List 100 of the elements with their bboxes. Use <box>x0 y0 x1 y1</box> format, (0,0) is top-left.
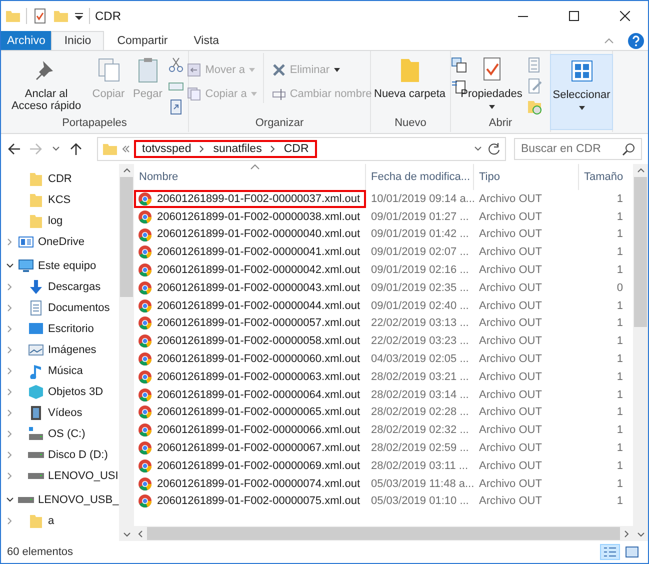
scroll-down-icon[interactable] <box>636 532 644 537</box>
select-button[interactable]: Seleccionar <box>550 54 614 130</box>
nav-pane-label: Documentos <box>48 302 110 314</box>
file-name-cell[interactable]: 20601261899-01-F002-00000075.xml.out <box>134 492 366 510</box>
nav-pane-item[interactable]: LENOVO_USB_ <box>1 489 119 510</box>
file-name-cell[interactable]: 20601261899-01-F002-00000067.xml.out <box>134 439 366 457</box>
file-name-cell[interactable]: 20601261899-01-F002-00000044.xml.out <box>134 296 366 315</box>
scrollbar[interactable] <box>119 164 134 541</box>
properties-button[interactable]: Propiedades <box>458 53 526 111</box>
file-name-cell[interactable]: 20601261899-01-F002-00000042.xml.out <box>134 261 366 279</box>
scroll-down-icon[interactable] <box>122 532 130 537</box>
nav-pane-label: OneDrive <box>38 236 84 248</box>
file-name-cell[interactable]: 20601261899-01-F002-00000065.xml.out <box>134 404 366 422</box>
file-name-cell[interactable]: 20601261899-01-F002-00000040.xml.out <box>134 226 366 244</box>
expand-icon[interactable] <box>6 430 14 438</box>
expand-icon[interactable] <box>6 366 14 374</box>
new-folder-button[interactable]: Nueva carpeta <box>371 53 449 102</box>
nav-pane-item[interactable]: Este equipo <box>1 255 119 276</box>
nav-pane-item[interactable]: OneDrive <box>1 231 119 252</box>
scroll-up-icon[interactable] <box>636 168 644 173</box>
file-name-cell[interactable]: 20601261899-01-F002-00000057.xml.out <box>134 314 366 332</box>
file-name-cell[interactable]: 20601261899-01-F002-00000066.xml.out <box>134 421 366 440</box>
file-name-cell[interactable]: 20601261899-01-F002-00000063.xml.out <box>134 368 366 386</box>
file-name-cell[interactable]: 20601261899-01-F002-00000043.xml.out <box>134 278 366 297</box>
nav-pane-item[interactable]: Disco D (D:) <box>1 444 119 465</box>
nav-pane-item[interactable]: Música <box>1 360 119 381</box>
column-header[interactable]: Tipo <box>474 164 579 190</box>
expand-icon[interactable] <box>6 472 14 480</box>
scrollbar[interactable] <box>633 164 648 541</box>
customize-dropdown-icon[interactable] <box>74 11 84 21</box>
nav-pane-item[interactable]: Imágenes <box>1 339 119 360</box>
nav-pane-item[interactable]: Descargas <box>1 276 119 297</box>
expand-icon[interactable] <box>6 388 14 396</box>
overflow-chevron-icon[interactable] <box>122 145 130 153</box>
collapse-ribbon-icon[interactable] <box>604 36 614 46</box>
maximize-icon <box>569 11 579 21</box>
type-cell-text: Archivo OUT <box>478 370 543 385</box>
size-cell-text: 1 <box>616 352 624 368</box>
refresh-icon[interactable] <box>487 142 501 156</box>
scroll-up-icon[interactable] <box>122 168 130 173</box>
nav-pane-item[interactable]: Escritorio <box>1 318 119 339</box>
expand-icon[interactable] <box>6 408 14 416</box>
expand-icon[interactable] <box>6 516 14 524</box>
nav-pane-item[interactable]: OS (C:) <box>1 423 119 444</box>
address-bar[interactable]: totvssped sunatfiles CDR <box>97 137 506 161</box>
paste-shortcut-icon[interactable] <box>168 99 184 115</box>
nav-pane-item[interactable]: log <box>1 210 119 231</box>
pin-button[interactable]: Anclar al Acceso rápido <box>5 53 88 114</box>
scissors-icon[interactable] <box>168 57 184 73</box>
nav-pane-item[interactable]: Documentos <box>1 297 119 318</box>
help-icon[interactable] <box>628 32 644 48</box>
ribbon-tab[interactable]: Inicio <box>51 31 104 50</box>
history-icon[interactable] <box>527 99 544 115</box>
file-name-cell[interactable]: 20601261899-01-F002-00000074.xml.out <box>134 474 366 493</box>
file-name-cell[interactable]: 20601261899-01-F002-00000064.xml.out <box>134 386 366 404</box>
date-cell-text: 10/01/2019 09:14 a... <box>370 192 474 207</box>
properties-icon[interactable] <box>32 8 48 24</box>
file-name-cell[interactable]: 20601261899-01-F002-00000037.xml.out <box>134 190 366 208</box>
new-item-icon[interactable] <box>450 57 467 73</box>
expand-icon[interactable] <box>6 282 14 290</box>
back-icon[interactable] <box>7 142 21 156</box>
breadcrumb-item[interactable]: totvssped <box>142 143 192 155</box>
chevron-right-icon[interactable] <box>270 145 276 153</box>
breadcrumb-item[interactable]: sunatfiles <box>213 143 262 155</box>
file-tab[interactable]: Archivo <box>1 31 52 50</box>
chevron-right-icon[interactable] <box>199 145 206 153</box>
expand-icon[interactable] <box>6 238 14 246</box>
browser-file-icon <box>138 405 152 420</box>
file-name-cell[interactable]: 20601261899-01-F002-00000069.xml.out <box>134 456 366 475</box>
nav-pane-item[interactable]: LENOVO_USI <box>1 465 119 486</box>
file-name-cell[interactable]: 20601261899-01-F002-00000038.xml.out <box>134 208 366 226</box>
column-header[interactable]: Tamaño <box>579 164 629 190</box>
nav-pane-item[interactable]: CDR <box>1 168 119 189</box>
edit-icon[interactable] <box>527 78 544 94</box>
expand-icon[interactable] <box>6 304 14 312</box>
collapse-icon[interactable] <box>6 262 14 270</box>
collapse-icon[interactable] <box>6 496 14 504</box>
date-cell-text: 09/01/2019 02:40 ... <box>370 298 470 314</box>
column-header[interactable]: Fecha de modifica... <box>366 164 474 190</box>
up-icon[interactable] <box>69 142 83 156</box>
breadcrumb-item[interactable]: CDR <box>284 143 309 155</box>
type-cell-text: Archivo OUT <box>478 192 543 207</box>
nav-pane-item[interactable]: Objetos 3D <box>1 381 119 402</box>
scroll-right-icon[interactable] <box>624 530 629 538</box>
file-name-cell[interactable]: 20601261899-01-F002-00000041.xml.out <box>134 243 366 262</box>
expand-icon[interactable] <box>6 450 14 458</box>
nav-pane-item[interactable]: KCS <box>1 189 119 210</box>
expand-icon[interactable] <box>6 346 14 354</box>
window-title: CDR <box>95 9 121 23</box>
column-header[interactable]: Nombre <box>134 164 366 190</box>
details-view-button[interactable] <box>600 544 620 560</box>
nav-pane-item[interactable]: a <box>1 510 119 531</box>
search-field[interactable]: Buscar en CDR <box>514 138 642 160</box>
ribbon-tab[interactable]: Compartir <box>104 31 181 50</box>
file-name-cell[interactable]: 20601261899-01-F002-00000058.xml.out <box>134 332 366 350</box>
file-name-cell[interactable]: 20601261899-01-F002-00000060.xml.out <box>134 350 366 368</box>
expand-icon[interactable] <box>6 324 14 332</box>
scroll-left-icon[interactable] <box>138 530 143 538</box>
ribbon-tab[interactable]: Vista <box>180 31 232 50</box>
nav-pane-item[interactable]: Vídeos <box>1 402 119 423</box>
